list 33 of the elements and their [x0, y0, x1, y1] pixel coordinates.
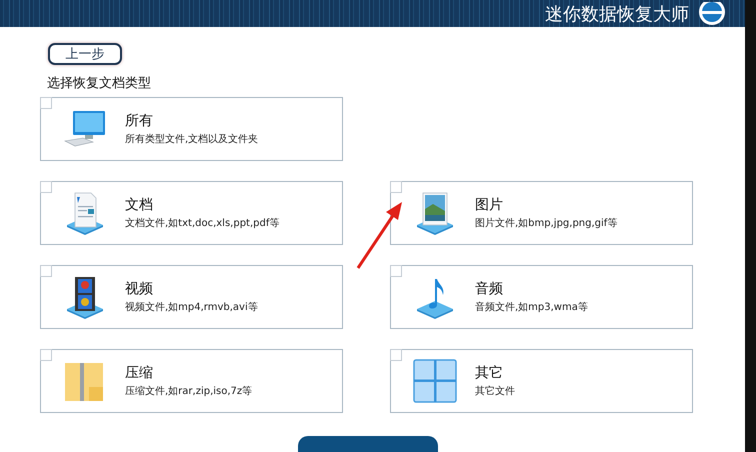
- file-type-card[interactable]: 其它 其它文件: [390, 349, 693, 413]
- checkbox[interactable]: [390, 265, 402, 277]
- checkbox[interactable]: [390, 181, 402, 193]
- back-button[interactable]: 上一步: [48, 43, 122, 65]
- checkbox[interactable]: [40, 349, 52, 361]
- file-type-description: 压缩文件,如rar,zip,iso,7z等: [125, 384, 252, 398]
- file-type-title: 所有: [125, 112, 154, 130]
- file-type-description: 音频文件,如mp3,wma等: [475, 300, 588, 314]
- file-type-card[interactable]: 压缩 压缩文件,如rar,zip,iso,7z等: [40, 349, 343, 413]
- file-type-title: 音频: [475, 280, 504, 298]
- logo-icon: [697, 2, 727, 26]
- file-type-card[interactable]: 视频 视频文件,如mp4,rmvb,avi等: [40, 265, 343, 329]
- section-label: 选择恢复文档类型: [47, 75, 152, 92]
- file-type-title: 视频: [125, 280, 154, 298]
- file-type-card[interactable]: 图片 图片文件,如bmp,jpg,png,gif等: [390, 181, 693, 245]
- file-type-description: 所有类型文件,文档以及文件夹: [125, 132, 258, 146]
- file-type-description: 其它文件: [475, 384, 515, 398]
- file-type-title: 图片: [475, 196, 504, 214]
- file-type-title: 压缩: [125, 364, 154, 382]
- file-type-description: 文档文件,如txt,doc,xls,ppt,pdf等: [125, 216, 280, 230]
- checkbox[interactable]: [40, 181, 52, 193]
- grid-icon: [413, 359, 457, 403]
- checkbox[interactable]: [390, 349, 402, 361]
- app-title: 迷你数据恢复大师: [545, 2, 689, 26]
- file-type-card[interactable]: 文档 文档文件,如txt,doc,xls,ppt,pdf等: [40, 181, 343, 245]
- file-type-card[interactable]: 音频 音频文件,如mp3,wma等: [390, 265, 693, 329]
- file-type-description: 视频文件,如mp4,rmvb,avi等: [125, 300, 258, 314]
- file-type-title: 文档: [125, 196, 154, 214]
- file-type-title: 其它: [475, 364, 504, 382]
- checkbox[interactable]: [40, 97, 52, 109]
- file-type-description: 图片文件,如bmp,jpg,png,gif等: [475, 216, 618, 230]
- file-type-card[interactable]: 所有 所有类型文件,文档以及文件夹: [40, 97, 343, 161]
- checkbox[interactable]: [40, 265, 52, 277]
